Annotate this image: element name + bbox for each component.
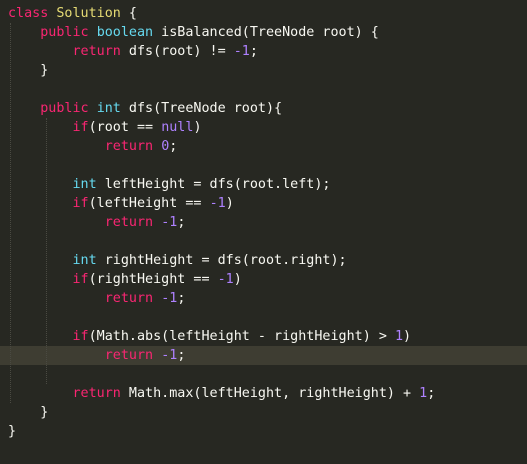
code-line-active[interactable]: return -1; — [0, 346, 527, 365]
code-token: if — [72, 120, 89, 135]
code-token: ; — [169, 139, 178, 154]
code-token: leftHeight = dfs(root.left); — [96, 177, 331, 192]
code-token: if — [72, 196, 89, 211]
code-token: Solution — [56, 6, 121, 21]
code-line[interactable]: int leftHeight = dfs(root.left); — [0, 175, 527, 194]
code-token: boolean — [96, 25, 154, 40]
code-line[interactable]: int rightHeight = dfs(root.right); — [0, 251, 527, 270]
code-line[interactable]: if(leftHeight == -1) — [0, 194, 527, 213]
code-token: int — [96, 101, 121, 116]
code-line[interactable]: return dfs(root) != -1; — [0, 42, 527, 61]
code-token: ) — [193, 120, 202, 135]
indent-guide — [10, 23, 11, 403]
code-line[interactable]: public boolean isBalanced(TreeNode root)… — [0, 23, 527, 42]
code-token: return — [104, 215, 154, 230]
code-line[interactable]: } — [0, 61, 527, 80]
code-line[interactable]: if(root == null) — [0, 118, 527, 137]
code-token: -1 — [233, 44, 250, 59]
code-token: ; — [249, 44, 258, 59]
code-line[interactable] — [0, 308, 527, 327]
code-token: return — [104, 291, 154, 306]
code-token: ; — [177, 291, 186, 306]
code-token: ) — [233, 272, 242, 287]
code-token: } — [8, 424, 17, 439]
code-token: class — [8, 6, 49, 21]
code-token: } — [8, 405, 49, 420]
code-token: dfs(root) != — [120, 44, 234, 59]
code-token: ; — [177, 215, 186, 230]
code-line[interactable]: return 0; — [0, 137, 527, 156]
code-line[interactable] — [0, 80, 527, 99]
code-token: { — [120, 6, 137, 21]
code-token: (leftHeight == — [88, 196, 210, 211]
code-token: isBalanced(TreeNode root) { — [153, 25, 379, 40]
code-token: public — [40, 25, 89, 40]
code-token: -1 — [217, 272, 234, 287]
code-token: if — [72, 272, 89, 287]
code-line[interactable]: public int dfs(TreeNode root){ — [0, 99, 527, 118]
code-token: dfs(TreeNode root){ — [120, 101, 283, 116]
code-token: ) — [403, 329, 412, 344]
code-line[interactable] — [0, 365, 527, 384]
code-line[interactable]: return -1; — [0, 289, 527, 308]
code-line[interactable]: class Solution { — [0, 4, 527, 23]
code-token: (rightHeight == — [88, 272, 218, 287]
code-editor[interactable]: / class Solution { public boolean isBala… — [0, 0, 527, 464]
code-token: null — [161, 120, 194, 135]
code-token: int — [72, 177, 97, 192]
code-token: -1 — [209, 196, 226, 211]
code-token: Math.max(leftHeight, rightHeight) + — [120, 386, 420, 401]
code-line[interactable]: if(Math.abs(leftHeight - rightHeight) > … — [0, 327, 527, 346]
code-token: (root == — [88, 120, 162, 135]
code-token: (Math.abs(leftHeight - rightHeight) > — [88, 329, 395, 344]
indent-guide — [46, 118, 47, 384]
code-token: ) — [225, 196, 234, 211]
code-line[interactable]: return -1; — [0, 213, 527, 232]
code-line[interactable] — [0, 156, 527, 175]
code-token: rightHeight = dfs(root.right); — [96, 253, 347, 268]
code-token: return — [104, 139, 154, 154]
code-token: ; — [427, 386, 436, 401]
code-token: -1 — [161, 215, 178, 230]
code-line[interactable]: if(rightHeight == -1) — [0, 270, 527, 289]
code-line[interactable]: return Math.max(leftHeight, rightHeight)… — [0, 384, 527, 403]
code-token: public — [40, 101, 89, 116]
code-token: 1 — [394, 329, 404, 344]
code-token: int — [72, 253, 97, 268]
code-line[interactable]: } — [0, 403, 527, 422]
code-line[interactable] — [0, 232, 527, 251]
code-token: -1 — [161, 348, 178, 363]
code-line[interactable]: } — [0, 422, 527, 441]
code-token: return — [72, 386, 121, 401]
code-token: -1 — [161, 291, 178, 306]
code-token: return — [72, 44, 121, 59]
code-token: return — [104, 348, 154, 363]
code-token: ; — [177, 348, 186, 363]
code-token: if — [72, 329, 89, 344]
code-token: } — [8, 63, 49, 78]
